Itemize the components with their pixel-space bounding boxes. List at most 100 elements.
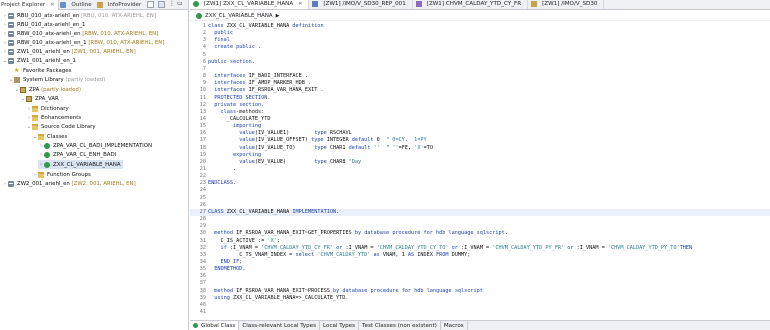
line-number: 41: [199, 309, 206, 315]
tree-enhancements[interactable]: › Enhancements: [26, 113, 81, 122]
minimize-icon[interactable]: ▭: [177, 1, 184, 8]
code-line[interactable]: 22: [190, 173, 770, 180]
code-line[interactable]: 33 C_TS_VNAM_INDEX = select 'CHVM_CALDAY…: [190, 252, 770, 259]
line-number: 30: [199, 230, 206, 237]
tree-project-3[interactable]: › RBW_010_atx-ariehl_en_1 [RBW, 010, ATX-…: [2, 38, 164, 47]
code-text: interfaces IF_RSROA_VAR_HANA_EXIT .: [214, 87, 324, 94]
code-line[interactable]: 40: [190, 302, 770, 309]
code-line[interactable]: 30 method IF_RSROA_VAR_HANA_EXIT~GET_PRO…: [190, 230, 770, 237]
code-line[interactable]: 23 ENDCLASS.: [190, 180, 770, 187]
project-name: RBU_010_atx-ariehl_en: [17, 12, 80, 19]
code-line[interactable]: 14 _CALCULATE_YTD: [190, 116, 770, 123]
tree-package-zpa-var[interactable]: ⌄ ZPA_VAR: [20, 94, 59, 103]
code-line[interactable]: 13 class-methods:: [190, 109, 770, 116]
tree-project-5[interactable]: ⌄ ZW1_001_ariehl_en_1: [2, 56, 76, 65]
tree-project-2[interactable]: › RBW_010_atx-ariehl_en [RBW, 010, ATX-AR…: [2, 29, 158, 38]
close-icon[interactable]: ✕: [50, 2, 54, 8]
close-icon[interactable]: ✕: [298, 1, 302, 7]
code-line[interactable]: 26: [190, 202, 770, 209]
editor-tab[interactable]: [ZW1] /IMO/V_SD30_REP_001: [309, 0, 413, 9]
code-line[interactable]: 41: [190, 309, 770, 316]
tree-system-library[interactable]: ⌄ System Library (partly loaded): [8, 75, 105, 84]
tab-outline[interactable]: Outline: [59, 0, 95, 10]
code-area[interactable]: 1 class ZXX_CL_VARIABLE_HANA definition 2 …: [190, 23, 770, 317]
code-line[interactable]: 25: [190, 195, 770, 202]
tree-package-zpa[interactable]: ⌄ ZPA (partly loaded): [14, 85, 81, 94]
tree-classes[interactable]: ⌄ Classes: [32, 132, 67, 141]
line-number: 17: [199, 137, 206, 144]
link-editor-icon[interactable]: [158, 1, 165, 8]
tree-project-zw2[interactable]: › ZW2_001_ariehl_en [ZW2, 001, ARIEHL, EN…: [2, 179, 136, 188]
class-label: ZPA_VAR_CL_BADI_IMPLEMENTATION: [53, 142, 153, 149]
code-line[interactable]: 27 CLASS ZXX_CL_VARIABLE_HANA IMPLEMENTAT…: [190, 208, 770, 216]
tree-favorite-packages[interactable]: ★ Favorite Packages: [8, 66, 71, 75]
code-line[interactable]: 10 interfaces IF_RSROA_VAR_HANA_EXIT .: [190, 87, 770, 94]
project-explorer-panel: Project Explorer ✕ Outline InfoProvider …: [0, 0, 189, 330]
editor-tab[interactable]: [ZW1] /IMO/V_SD30: [528, 0, 605, 9]
tab-macros[interactable]: Macros: [441, 320, 468, 330]
tree-project-0[interactable]: › RBU_010_atx-ariehl_en [RBU, 010, ATX-AR…: [2, 11, 156, 20]
tree-source-code-library[interactable]: ⌄ Source Code Library: [26, 122, 96, 131]
code-line[interactable]: 38 method IF_RSROA_VAR_HANA_EXIT~PROCESS…: [190, 288, 770, 295]
classes-label: Classes: [47, 133, 68, 140]
code-line[interactable]: 17 value(IV_VALUE_OFFSET) type INTEGER d…: [190, 137, 770, 144]
tab-label: InfoProvider: [107, 1, 142, 8]
collapse-all-icon[interactable]: [147, 1, 154, 8]
code-text: using ZXX_CL_VARIABLE_HANA=>_CALCULATE_Y…: [214, 294, 349, 301]
editor-tab[interactable]: [ZW1] CHVM_CALDAY_YTD_CY_FR: [413, 0, 529, 9]
tree-class-item[interactable]: › ZPA_VAR_CL_BADI_IMPLEMENTATION: [38, 141, 152, 150]
tab-infoprovider[interactable]: InfoProvider: [96, 0, 146, 10]
line-number: 33: [199, 251, 206, 258]
code-line[interactable]: 16 value(IV_VALUE1) type RSCHAVL: [190, 130, 770, 137]
breadcrumb-label[interactable]: ZXX_CL_VARIABLE_HANA: [205, 13, 273, 19]
code-line[interactable]: 34 END IF;: [190, 259, 770, 266]
code-line[interactable]: 37: [190, 280, 770, 287]
code-line[interactable]: 15 importing: [190, 123, 770, 130]
tree-class-item[interactable]: › ZPA_VAR_CL_ENH_BADI: [38, 150, 116, 159]
tree-function-groups[interactable]: › Function Groups: [32, 170, 91, 179]
code-line[interactable]: 8 interfaces IF_BADI_INTERFACE .: [190, 73, 770, 80]
code-line[interactable]: 6 public section.: [190, 59, 770, 66]
line-number: 20: [199, 158, 206, 165]
code-line[interactable]: 21 .: [190, 166, 770, 173]
tree-project-4[interactable]: › ZW1_001_ariehl_en [ZW1, 001, ARIEHL, EN…: [2, 47, 136, 56]
tree-dictionary[interactable]: › Dictionary: [26, 104, 69, 113]
code-line[interactable]: 19 exporting: [190, 152, 770, 159]
query-icon: [312, 1, 319, 7]
dropdown-arrow-icon[interactable]: ▶: [276, 13, 280, 19]
code-line[interactable]: 31 C_IS_ACTIVE := 'X';: [190, 238, 770, 245]
code-line[interactable]: 12 private section.: [190, 102, 770, 109]
code-line[interactable]: 2 public: [190, 30, 770, 37]
project-icon: [8, 21, 14, 28]
code-text: value(IV_VALUE1) type RSCHAVL: [239, 130, 352, 137]
code-line[interactable]: 11 PROTECTED SECTION.: [190, 95, 770, 102]
line-number: 9: [202, 80, 206, 87]
code-line[interactable]: 1 class ZXX_CL_VARIABLE_HANA definition: [190, 23, 770, 30]
code-line[interactable]: 9 interfaces IF_AMDP_MARKER_HDB .: [190, 80, 770, 87]
code-line[interactable]: 20 value(EV_VALUE) type CHAR8 "Day: [190, 159, 770, 166]
tree-project-1[interactable]: › RBU_010_atx-ariehl_en_1: [2, 20, 85, 29]
code-line[interactable]: 35 ENDMETHOD.: [190, 266, 770, 273]
tab-project-explorer[interactable]: Project Explorer ✕: [0, 0, 60, 10]
tab-global-class[interactable]: Global Class: [190, 320, 240, 330]
view-menu-icon[interactable]: ⋮: [169, 1, 176, 8]
line-number: 32: [199, 244, 206, 251]
code-line[interactable]: 32 if :I_VNAM = 'CHVM_CALDAY_YTD_CY_FR' …: [190, 245, 770, 252]
code-line[interactable]: 24: [190, 187, 770, 194]
code-line[interactable]: 36: [190, 273, 770, 280]
code-line[interactable]: 4 create public .: [190, 44, 770, 51]
code-line[interactable]: 7: [190, 66, 770, 73]
tab-local-types[interactable]: Local Types: [320, 320, 360, 330]
code-line[interactable]: 18 value(IV_VALUE_TO) type CHAR1 default…: [190, 145, 770, 152]
editor-tab-active[interactable]: [ZW1] ZXX_CL_VARIABLE_HANA ✕: [190, 0, 310, 9]
code-line[interactable]: 39 using ZXX_CL_VARIABLE_HANA=>_CALCULAT…: [190, 295, 770, 302]
code-line[interactable]: 29: [190, 223, 770, 230]
tree-class-item-selected[interactable]: › ZXX_CL_VARIABLE_HANA: [38, 160, 123, 169]
tab-class-relevant-local-types[interactable]: Class-relevant Local Types: [239, 320, 320, 330]
code-line[interactable]: 5: [190, 52, 770, 59]
line-number: 24: [199, 187, 206, 194]
code-line[interactable]: 3 final: [190, 37, 770, 44]
code-text: ENDMETHOD.: [214, 266, 246, 273]
tab-test-classes[interactable]: Test Classes (non existent): [359, 320, 441, 330]
code-line[interactable]: 28: [190, 216, 770, 223]
